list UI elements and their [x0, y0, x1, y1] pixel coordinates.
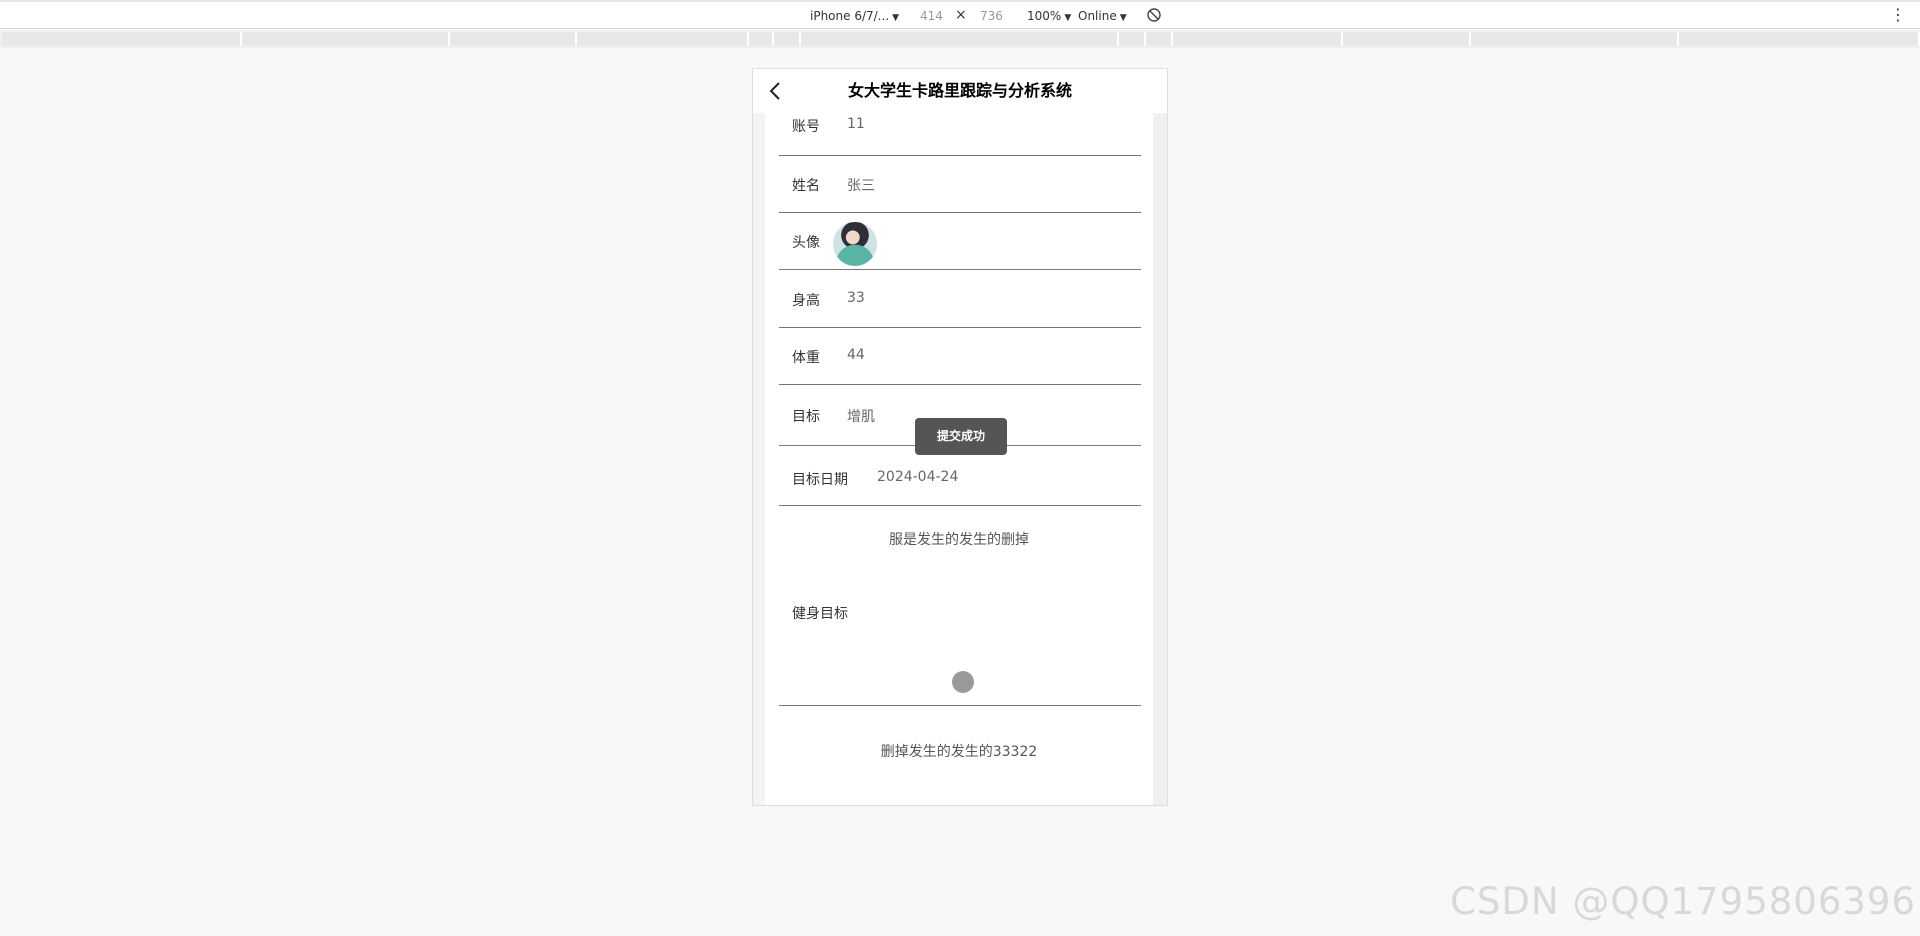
media-query-ruler [0, 30, 1920, 48]
weight-value[interactable]: 44 [847, 347, 865, 363]
zoom-select-label: 100% [1027, 9, 1062, 23]
divider [779, 705, 1141, 706]
account-value: 11 [847, 116, 865, 132]
goal-label: 目标 [792, 409, 820, 425]
name-row[interactable]: 姓名 张三 [779, 156, 1141, 213]
chevron-down-icon: ▼ [1064, 13, 1072, 23]
height-label: 身高 [792, 293, 820, 309]
name-label: 姓名 [792, 178, 820, 194]
name-value[interactable]: 张三 [847, 175, 875, 195]
devtools-device-toolbar: iPhone 6/7/... ▼ 414 × 736 100% ▼ Online ▼ … [0, 0, 1920, 29]
height-input[interactable]: 736 [980, 8, 1003, 24]
nav-bar: 女大学生卡路里跟踪与分析系统 [753, 69, 1167, 113]
page-title: 女大学生卡路里跟踪与分析系统 [847, 81, 1072, 100]
goal-value[interactable]: 增肌 [847, 406, 875, 426]
weight-label: 体重 [792, 350, 820, 366]
account-row: 账号 11 [779, 113, 1141, 156]
rotate-icon[interactable] [1146, 7, 1162, 27]
success-toast: 提交成功 [915, 418, 1007, 455]
width-input[interactable]: 414 [920, 8, 943, 24]
more-options-icon[interactable]: ⋮ [1890, 6, 1906, 24]
height-value[interactable]: 33 [847, 290, 865, 306]
device-select[interactable]: iPhone 6/7/... ▼ [810, 8, 899, 26]
note-text-1: 服是发生的发生的删掉 [889, 532, 1029, 548]
network-select[interactable]: Online ▼ [1078, 8, 1127, 26]
weight-row[interactable]: 体重 44 [779, 328, 1141, 385]
chevron-down-icon: ▼ [892, 13, 900, 23]
watermark-text: CSDN @QQ1795806396 [1450, 880, 1916, 923]
avatar[interactable] [833, 222, 877, 266]
zoom-select[interactable]: 100% ▼ [1027, 8, 1071, 26]
phone-viewport: 女大学生卡路里跟踪与分析系统 账号 11 姓名 张三 头像 身高 33 体重 4… [752, 68, 1168, 806]
account-label: 账号 [792, 119, 820, 135]
avatar-label: 头像 [792, 235, 820, 251]
radio-button[interactable] [952, 671, 974, 693]
target-date-value[interactable]: 2024-04-24 [877, 469, 958, 485]
avatar-row[interactable]: 头像 [779, 213, 1141, 270]
note-text-2: 删掉发生的发生的33322 [880, 744, 1038, 760]
chevron-down-icon: ▼ [1119, 13, 1127, 23]
scrollbar[interactable] [1153, 113, 1167, 805]
target-date-label: 目标日期 [792, 472, 848, 488]
dimension-times: × [955, 7, 967, 23]
profile-content: 账号 11 姓名 张三 头像 身高 33 体重 44 目标 增肌 目标日期 20… [765, 113, 1153, 805]
network-select-label: Online [1078, 9, 1117, 23]
target-date-row[interactable]: 目标日期 2024-04-24 [779, 446, 1141, 506]
height-row[interactable]: 身高 33 [779, 271, 1141, 328]
fitness-goal-label: 健身目标 [792, 606, 848, 622]
device-select-label: iPhone 6/7/... [810, 9, 890, 23]
